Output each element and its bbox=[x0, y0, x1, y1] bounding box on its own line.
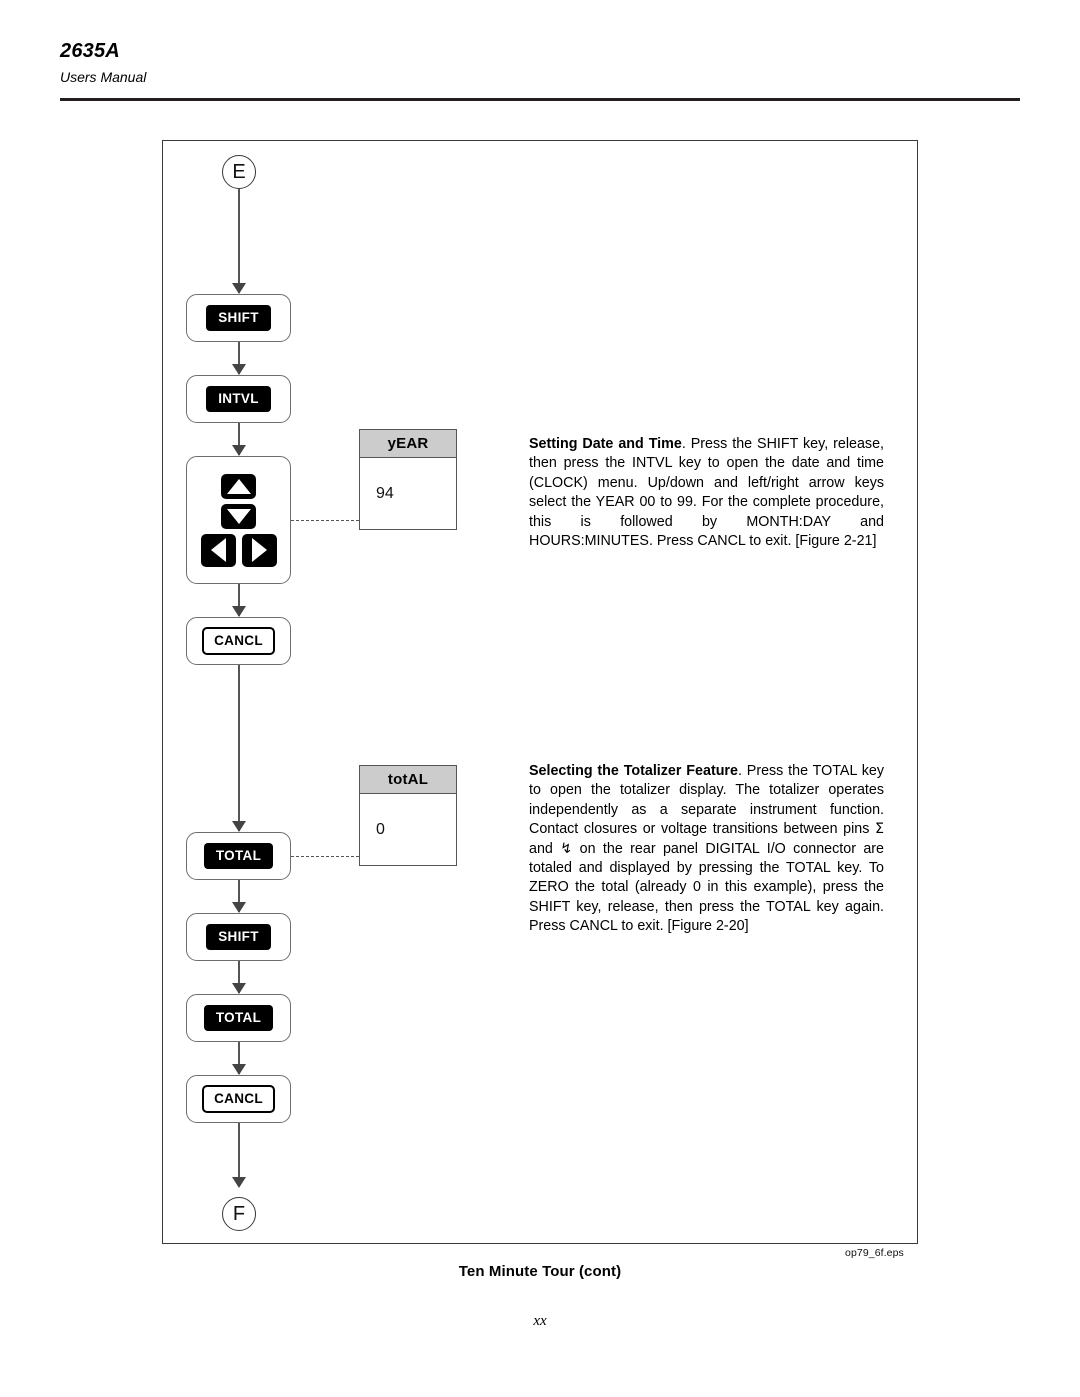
flow-step-total-1[interactable]: TOTAL bbox=[186, 832, 291, 880]
flow-step-shift-2[interactable]: SHIFT bbox=[186, 913, 291, 961]
dashed-link-arrowpad-to-year-display bbox=[291, 520, 359, 521]
flow-arrowhead-shift1-to-intvl bbox=[232, 364, 246, 375]
arrow-down-key[interactable] bbox=[221, 503, 256, 529]
flow-arrowhead-e-to-shift1 bbox=[232, 283, 246, 294]
paragraph-2-body-part-2: and bbox=[529, 840, 561, 857]
year-display: yEAR 94 bbox=[359, 429, 457, 530]
flow-arrowhead-shift2-to-total2 bbox=[232, 983, 246, 994]
paragraph-selecting-totalizer-feature: Selecting the Totalizer Feature. Press t… bbox=[529, 762, 884, 937]
figure-source-id: op79_6f.eps bbox=[845, 1247, 904, 1259]
flow-arrowhead-cancl2-to-f bbox=[232, 1177, 246, 1188]
ground-symbol-icon: ↯ bbox=[560, 840, 573, 857]
flow-line-e-to-shift1 bbox=[238, 189, 240, 293]
paragraph-2-body-part-3: on the rear panel DIGITAL I/O connector … bbox=[529, 840, 885, 935]
flow-arrowhead-cancl1-to-total1 bbox=[232, 821, 246, 832]
key-cap-intvl: INTVL bbox=[206, 385, 271, 413]
flow-arrowhead-total2-to-cancl2 bbox=[232, 1064, 246, 1075]
total-display-value: 0 bbox=[359, 794, 457, 866]
flow-step-cancl-2[interactable]: CANCL bbox=[186, 1075, 291, 1123]
triangle-left-icon bbox=[210, 538, 226, 562]
arrow-horizontal-row bbox=[200, 533, 277, 567]
flow-arrowhead-total1-to-shift2 bbox=[232, 902, 246, 913]
dashed-link-total-to-total-display bbox=[291, 856, 359, 857]
key-cap-shift: SHIFT bbox=[206, 304, 271, 332]
key-cap-cancl: CANCL bbox=[202, 626, 275, 656]
paragraph-setting-date-and-time: Setting Date and Time. Press the SHIFT k… bbox=[529, 435, 884, 551]
arrow-up-key[interactable] bbox=[221, 473, 256, 499]
year-display-value: 94 bbox=[359, 458, 457, 530]
arrow-right-key[interactable] bbox=[241, 533, 277, 567]
flow-arrowhead-intvl-to-arrowpad bbox=[232, 445, 246, 456]
sigma-symbol-icon: Σ bbox=[874, 821, 884, 838]
page-number: xx bbox=[533, 1313, 547, 1329]
year-display-title: yEAR bbox=[359, 429, 457, 458]
flow-connector-entry: E bbox=[222, 155, 256, 189]
arrow-keypad bbox=[200, 473, 277, 567]
key-cap-cancl-2: CANCL bbox=[202, 1084, 275, 1114]
flow-step-cancl-1[interactable]: CANCL bbox=[186, 617, 291, 665]
key-cap-shift-2: SHIFT bbox=[206, 923, 271, 951]
key-cap-total-2: TOTAL bbox=[203, 1004, 274, 1032]
flow-arrowhead-arrowpad-to-cancl1 bbox=[232, 606, 246, 617]
flow-step-intvl[interactable]: INTVL bbox=[186, 375, 291, 423]
triangle-down-icon bbox=[226, 508, 251, 524]
header-divider-rule bbox=[60, 98, 1020, 101]
paragraph-1-body: . Press the SHIFT key, release, then pre… bbox=[529, 436, 884, 550]
paragraph-1-heading: Setting Date and Time bbox=[529, 436, 682, 452]
triangle-up-icon bbox=[226, 478, 251, 494]
total-display-title: totAL bbox=[359, 765, 457, 794]
flow-step-arrow-keys[interactable] bbox=[186, 456, 291, 584]
total-display: totAL 0 bbox=[359, 765, 457, 866]
flow-step-total-2[interactable]: TOTAL bbox=[186, 994, 291, 1042]
figure-caption: Ten Minute Tour (cont) bbox=[458, 1263, 622, 1280]
page-header: 2635A Users Manual bbox=[60, 40, 1020, 85]
document-model-title: 2635A bbox=[60, 40, 120, 62]
triangle-right-icon bbox=[251, 538, 267, 562]
flow-connector-exit: F bbox=[222, 1197, 256, 1231]
paragraph-2-heading: Selecting the Totalizer Feature bbox=[529, 763, 738, 779]
key-cap-total: TOTAL bbox=[203, 842, 274, 870]
flow-line-cancl1-to-total1 bbox=[238, 665, 240, 831]
flowchart-column: E SHIFT INTVL CANCL TOTAL SHIFT TOTAL CA… bbox=[163, 141, 413, 1243]
flow-step-shift-1[interactable]: SHIFT bbox=[186, 294, 291, 342]
figure-frame: E SHIFT INTVL CANCL TOTAL SHIFT TOTAL CA… bbox=[162, 140, 918, 1244]
arrow-left-key[interactable] bbox=[200, 533, 236, 567]
document-subtitle: Users Manual bbox=[60, 69, 147, 85]
